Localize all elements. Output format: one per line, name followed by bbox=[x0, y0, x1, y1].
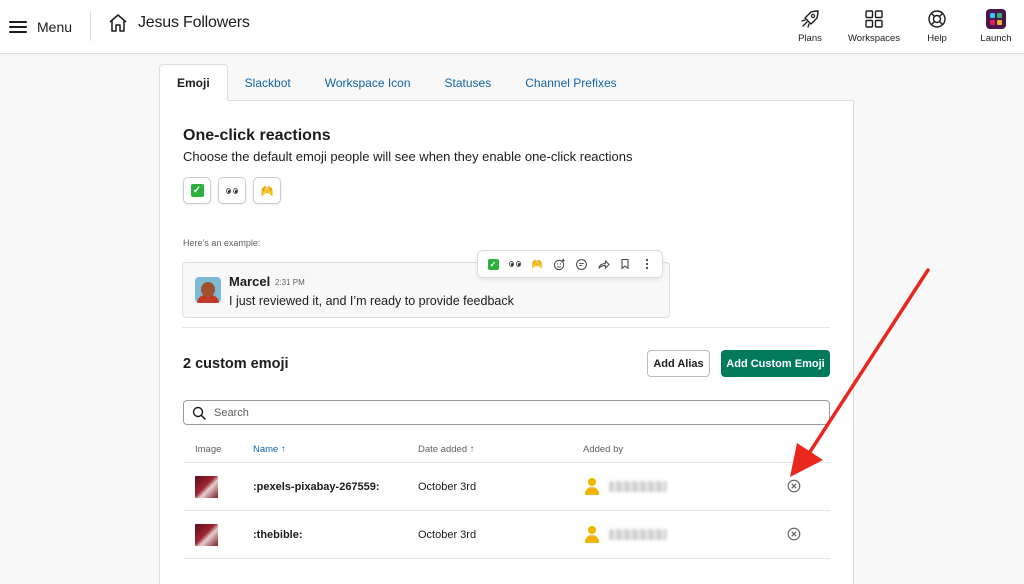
redacted-username bbox=[609, 480, 667, 492]
redacted-username bbox=[609, 528, 667, 540]
column-header-image: Image bbox=[195, 444, 222, 455]
emoji-name: :pexels-pixabay-267559: bbox=[253, 481, 380, 493]
hamburger-icon bbox=[9, 20, 27, 34]
add-reaction-icon bbox=[553, 258, 565, 270]
top-bar: Menu Jesus Followers Plans Workspaces He… bbox=[0, 0, 1024, 54]
search-icon bbox=[192, 406, 206, 420]
reply-in-thread-button[interactable] bbox=[572, 255, 590, 273]
emoji-image bbox=[195, 524, 218, 546]
remove-emoji-icon[interactable] bbox=[787, 527, 801, 541]
one-click-title: One-click reactions bbox=[183, 127, 331, 144]
lifebuoy-icon bbox=[928, 10, 946, 28]
home-icon bbox=[109, 14, 127, 32]
add-custom-emoji-button[interactable]: Add Custom Emoji bbox=[721, 350, 830, 377]
slack-logo-icon bbox=[986, 9, 1006, 29]
save-message-button[interactable] bbox=[616, 255, 634, 273]
column-header-name[interactable]: Name ↑ bbox=[253, 444, 286, 455]
divider bbox=[182, 327, 830, 328]
reaction-check-button[interactable]: ✓ bbox=[183, 177, 211, 204]
add-alias-button[interactable]: Add Alias bbox=[647, 350, 710, 377]
tab-slackbot[interactable]: Slackbot bbox=[228, 64, 308, 101]
emoji-image bbox=[195, 476, 218, 498]
added-by-user bbox=[583, 525, 667, 543]
workspaces-label: Workspaces bbox=[847, 33, 901, 44]
emoji-name: :thebible: bbox=[253, 529, 303, 541]
workspace-name: Jesus Followers bbox=[138, 14, 250, 31]
plans-label: Plans bbox=[798, 33, 822, 44]
search-input[interactable] bbox=[214, 406, 804, 419]
added-by-user bbox=[583, 477, 667, 495]
tab-workspace-icon[interactable]: Workspace Icon bbox=[308, 64, 428, 101]
remove-emoji-icon[interactable] bbox=[787, 479, 801, 493]
launch-label: Launch bbox=[980, 33, 1012, 44]
eyes-icon bbox=[509, 261, 521, 267]
workspace-home-link[interactable]: Jesus Followers bbox=[108, 13, 250, 33]
user-icon bbox=[583, 525, 601, 543]
divider bbox=[90, 11, 91, 41]
more-actions-button[interactable] bbox=[638, 255, 656, 273]
thread-icon bbox=[575, 258, 587, 270]
message-author: Marcel bbox=[229, 274, 271, 289]
check-mark-icon: ✓ bbox=[190, 184, 204, 197]
add-reaction-button[interactable] bbox=[550, 255, 568, 273]
one-click-subtitle: Choose the default emoji people will see… bbox=[183, 149, 633, 164]
example-label: Here’s an example: bbox=[183, 238, 261, 248]
quick-react-raised-hands[interactable] bbox=[528, 255, 546, 273]
avatar bbox=[195, 277, 221, 303]
quick-react-check[interactable]: ✓ bbox=[484, 255, 502, 273]
help-label: Help bbox=[927, 33, 947, 44]
menu-label: Menu bbox=[37, 19, 73, 35]
custom-emoji-count-title: 2 custom emoji bbox=[183, 356, 289, 372]
date-added: October 3rd bbox=[418, 529, 477, 541]
tab-statuses[interactable]: Statuses bbox=[428, 64, 509, 101]
emoji-settings-panel: One-click reactions Choose the default e… bbox=[159, 100, 854, 584]
menu-button[interactable]: Menu bbox=[9, 14, 72, 40]
more-vertical-icon bbox=[645, 258, 649, 270]
help-button[interactable]: Help bbox=[906, 0, 968, 54]
message-text: I just reviewed it, and I’m ready to pro… bbox=[229, 294, 514, 308]
user-icon bbox=[583, 477, 601, 495]
grid-icon bbox=[865, 10, 883, 28]
eyes-icon bbox=[226, 187, 238, 194]
tab-emoji[interactable]: Emoji bbox=[159, 64, 228, 101]
raised-hands-icon bbox=[261, 185, 273, 196]
table-row: :pexels-pixabay-267559: October 3rd bbox=[183, 463, 830, 510]
message-time: 2:31 PM bbox=[275, 278, 305, 287]
table-row: :thebible: October 3rd bbox=[183, 511, 830, 558]
workspaces-button[interactable]: Workspaces bbox=[842, 0, 906, 54]
quick-react-eyes[interactable] bbox=[506, 255, 524, 273]
plans-button[interactable]: Plans bbox=[778, 0, 842, 54]
bookmark-icon bbox=[621, 258, 629, 270]
raised-hands-icon bbox=[532, 259, 542, 269]
reaction-eyes-button[interactable] bbox=[218, 177, 246, 204]
share-message-button[interactable] bbox=[594, 255, 612, 273]
check-mark-icon: ✓ bbox=[487, 258, 499, 270]
reaction-raised-hands-button[interactable] bbox=[253, 177, 281, 204]
tab-channel-prefixes[interactable]: Channel Prefixes bbox=[508, 64, 633, 101]
column-header-added-by: Added by bbox=[583, 444, 624, 455]
divider bbox=[183, 558, 830, 559]
column-header-date-added[interactable]: Date added ↑ bbox=[418, 444, 475, 455]
share-icon bbox=[597, 259, 610, 269]
settings-tabs: Emoji Slackbot Workspace Icon Statuses C… bbox=[159, 64, 634, 101]
reaction-picker: ✓ bbox=[183, 177, 281, 204]
rocket-icon bbox=[801, 10, 819, 28]
date-added: October 3rd bbox=[418, 481, 477, 493]
message-hover-actions: ✓ bbox=[477, 250, 663, 278]
emoji-search bbox=[183, 400, 830, 425]
launch-button[interactable]: Launch bbox=[968, 0, 1024, 54]
